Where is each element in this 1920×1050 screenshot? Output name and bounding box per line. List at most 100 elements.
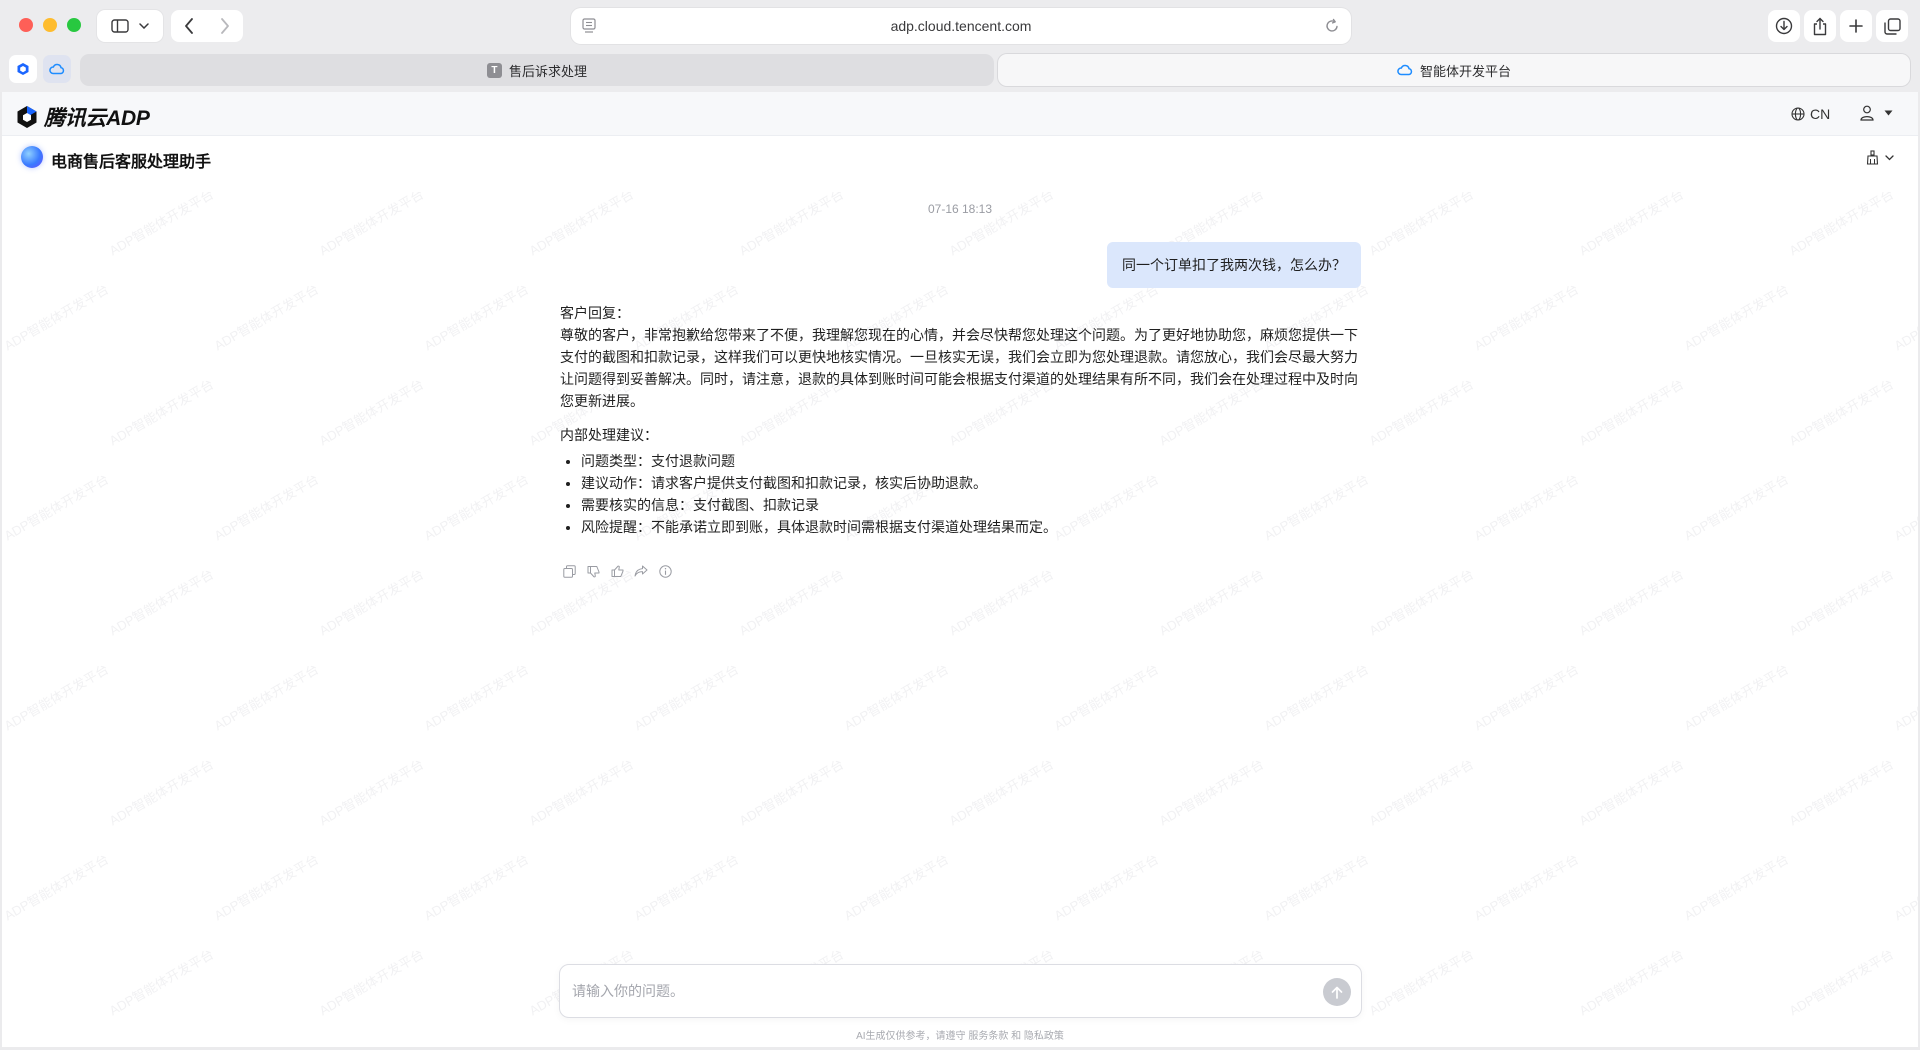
watermark-text: ADP智能体开发平台 bbox=[946, 566, 1057, 639]
back-icon[interactable] bbox=[184, 18, 194, 34]
watermark-text: ADP智能体开发平台 bbox=[211, 471, 322, 544]
dislike-button[interactable] bbox=[586, 564, 600, 578]
tab-label: 智能体开发平台 bbox=[1419, 63, 1511, 79]
close-window-button[interactable] bbox=[19, 18, 33, 32]
language-switcher[interactable]: CN bbox=[1791, 106, 1830, 122]
arrow-up-icon bbox=[1331, 986, 1343, 999]
watermark-text: ADP智能体开发平台 bbox=[2, 851, 112, 924]
watermark-text: ADP智能体开发平台 bbox=[526, 756, 637, 829]
watermark-text: ADP智能体开发平台 bbox=[1681, 851, 1792, 924]
watermark-text: ADP智能体开发平台 bbox=[2, 661, 112, 734]
reply-heading: 客户回复： bbox=[560, 305, 630, 321]
tab-overview-button[interactable] bbox=[1876, 10, 1908, 42]
watermark-text: ADP智能体开发平台 bbox=[1366, 376, 1477, 449]
watermark-text: ADP智能体开发平台 bbox=[211, 851, 322, 924]
cloud-icon bbox=[49, 63, 65, 75]
pinned-tab-cloud[interactable] bbox=[43, 55, 71, 83]
share-message-button[interactable] bbox=[634, 564, 648, 578]
user-menu[interactable] bbox=[1860, 105, 1893, 121]
watermark-text: ADP智能体开发平台 bbox=[1681, 471, 1792, 544]
assistant-message: 客户回复： 尊敬的客户，非常抱歉给您带来了不便，我理解您现在的心情，并会尽快帮您… bbox=[560, 302, 1364, 538]
watermark-text: ADP智能体开发平台 bbox=[316, 756, 427, 829]
watermark-text: ADP智能体开发平台 bbox=[1891, 281, 1918, 354]
clear-chat-button[interactable] bbox=[1866, 150, 1894, 165]
tab-label: 售后诉求处理 bbox=[508, 63, 587, 79]
watermark-text: ADP智能体开发平台 bbox=[1471, 851, 1582, 924]
top-navigation: 腾讯云ADP CN bbox=[2, 92, 1918, 136]
zoom-window-button[interactable] bbox=[67, 18, 81, 32]
watermark-text: ADP智能体开发平台 bbox=[1156, 756, 1267, 829]
forward-icon[interactable] bbox=[220, 18, 230, 34]
watermark-text: ADP智能体开发平台 bbox=[1471, 281, 1582, 354]
share-button[interactable] bbox=[1804, 10, 1836, 42]
tab-agent-platform[interactable]: 智能体开发平台 bbox=[998, 54, 1910, 86]
message-actions bbox=[562, 564, 672, 578]
list-item: 问题类型：支付退款问题 bbox=[581, 450, 1364, 472]
watermark-text: ADP智能体开发平台 bbox=[1576, 566, 1687, 639]
pinned-tab-tencent[interactable] bbox=[9, 55, 37, 83]
brand-logo[interactable]: 腾讯云ADP bbox=[16, 102, 150, 132]
watermark-text: ADP智能体开发平台 bbox=[1261, 851, 1372, 924]
download-icon bbox=[1775, 17, 1793, 35]
internal-heading: 内部处理建议： bbox=[560, 427, 658, 443]
chevron-down-icon bbox=[139, 23, 149, 29]
watermark-text: ADP智能体开发平台 bbox=[1786, 376, 1897, 449]
list-item: 需要核实的信息：支付截图、扣款记录 bbox=[581, 494, 1364, 516]
adp-logo-icon bbox=[17, 106, 37, 128]
watermark-text: ADP智能体开发平台 bbox=[211, 661, 322, 734]
copy-button[interactable] bbox=[562, 564, 576, 578]
watermark-text: ADP智能体开发平台 bbox=[316, 376, 427, 449]
downloads-button[interactable] bbox=[1768, 10, 1800, 42]
copy-icon bbox=[562, 564, 576, 578]
ai-disclaimer: AI生成仅供参考，请遵守 服务条款 和 隐私政策 bbox=[856, 1031, 1064, 1042]
watermark-text: ADP智能体开发平台 bbox=[1366, 756, 1477, 829]
tab-overview-icon bbox=[1883, 17, 1901, 35]
watermark-text: ADP智能体开发平台 bbox=[631, 661, 742, 734]
sidebar-toggle-button[interactable] bbox=[97, 10, 163, 42]
assistant-title: 电商售后客服处理助手 bbox=[51, 154, 212, 171]
sidebar-icon bbox=[111, 19, 129, 33]
tab-favicon: T bbox=[486, 62, 502, 78]
assistant-reply: 客户回复： 尊敬的客户，非常抱歉给您带来了不便，我理解您现在的心情，并会尽快帮您… bbox=[560, 302, 1364, 412]
watermark-text: ADP智能体开发平台 bbox=[1786, 946, 1897, 1019]
watermark-text: ADP智能体开发平台 bbox=[1051, 661, 1162, 734]
watermark-text: ADP智能体开发平台 bbox=[1576, 756, 1687, 829]
assistant-header: 电商售后客服处理助手 bbox=[2, 136, 1918, 192]
plus-icon bbox=[1849, 19, 1863, 33]
watermark-text: ADP智能体开发平台 bbox=[946, 756, 1057, 829]
tab-after-sales[interactable]: T 售后诉求处理 bbox=[80, 54, 994, 86]
watermark-text: ADP智能体开发平台 bbox=[421, 281, 532, 354]
reply-body: 尊敬的客户，非常抱歉给您带来了不便，我理解您现在的心情，并会尽快帮您处理这个问题… bbox=[560, 327, 1358, 409]
tab-bar: T 售后诉求处理 智能体开发平台 bbox=[0, 52, 1920, 88]
address-bar[interactable]: adp.cloud.tencent.com bbox=[571, 8, 1351, 44]
watermark-text: ADP智能体开发平台 bbox=[1576, 946, 1687, 1019]
watermark-text: ADP智能体开发平台 bbox=[316, 946, 427, 1019]
thumbs-down-icon bbox=[587, 565, 599, 577]
assistant-avatar bbox=[21, 146, 43, 168]
watermark-text: ADP智能体开发平台 bbox=[106, 566, 217, 639]
chat-input-box bbox=[559, 964, 1362, 1018]
watermark-text: ADP智能体开发平台 bbox=[841, 851, 952, 924]
info-icon bbox=[658, 564, 672, 578]
cloud-icon bbox=[1397, 64, 1413, 76]
send-button[interactable] bbox=[1323, 978, 1351, 1006]
globe-icon bbox=[1791, 107, 1805, 121]
watermark-text: ADP智能体开发平台 bbox=[2, 471, 112, 544]
minimize-window-button[interactable] bbox=[43, 18, 57, 32]
web-page: 腾讯云ADP CN 电商售后客服处理助手 ADP智能体开发平台 ADP智能体开发平… bbox=[2, 92, 1918, 1047]
share-arrow-icon bbox=[634, 565, 648, 577]
page-settings-icon[interactable] bbox=[582, 18, 596, 34]
watermark-text: ADP智能体开发平台 bbox=[421, 471, 532, 544]
reload-icon[interactable] bbox=[1325, 18, 1339, 33]
watermark-text: ADP智能体开发平台 bbox=[211, 281, 322, 354]
chat-input[interactable] bbox=[572, 965, 1292, 1017]
new-tab-button[interactable] bbox=[1840, 10, 1872, 42]
watermark-text: ADP智能体开发平台 bbox=[1366, 566, 1477, 639]
user-icon bbox=[1860, 105, 1874, 121]
like-button[interactable] bbox=[610, 564, 624, 578]
url-text: adp.cloud.tencent.com bbox=[890, 18, 1032, 34]
info-button[interactable] bbox=[658, 564, 672, 578]
browser-chrome: adp.cloud.tencent.com T 售后诉求处理 智能体开发平台 bbox=[0, 0, 1920, 92]
watermark-text: ADP智能体开发平台 bbox=[1681, 661, 1792, 734]
window-controls bbox=[19, 18, 81, 32]
